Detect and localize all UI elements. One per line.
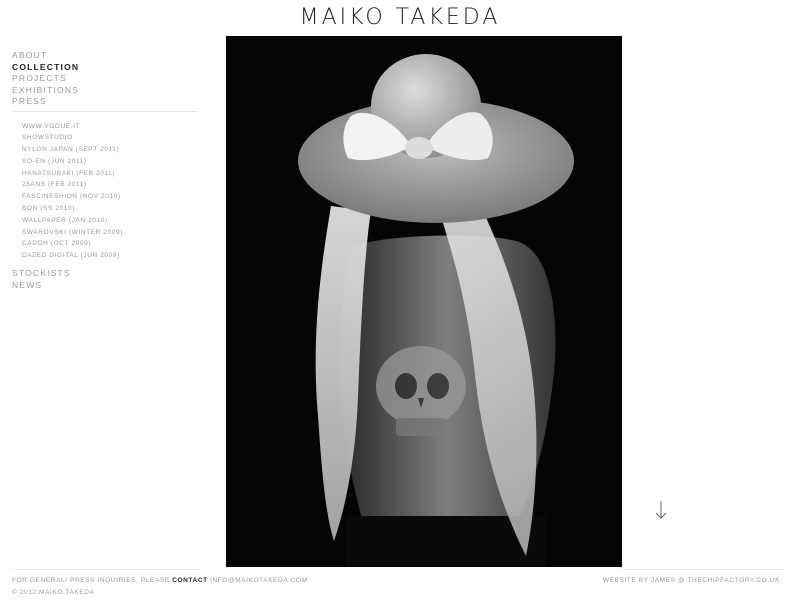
collection-photo <box>226 36 622 567</box>
credit-text: WEBSITE BY <box>602 577 649 584</box>
press-item-wallpaper[interactable]: WALLPAPER (JAN 2010) <box>22 215 198 227</box>
email-link[interactable]: INFO@MAIKOTAKEDA.COM <box>210 577 308 584</box>
nav-item-stockists[interactable]: STOCKISTS <box>12 268 198 280</box>
nav-item-collection[interactable]: COLLECTION <box>12 62 198 74</box>
press-item-vogue[interactable]: WWW.VOGUE.IT <box>22 121 198 133</box>
inquiry-line: FOR GENERAL/ PRESS INQUIRIES, PLEASE CON… <box>12 575 308 587</box>
arrow-down-icon[interactable] <box>654 500 668 520</box>
nav-item-news[interactable]: NEWS <box>12 280 198 292</box>
nav-item-about[interactable]: ABOUT <box>12 50 198 62</box>
contact-link[interactable]: CONTACT <box>172 577 208 584</box>
press-item-cadoh[interactable]: CADOH (OCT 2009) <box>22 238 198 250</box>
press-item-showstudio[interactable]: SHOWSTUDIO <box>22 132 198 144</box>
credit-name-link[interactable]: JAMES <box>651 577 676 584</box>
nav-item-press[interactable]: PRESS <box>12 96 198 108</box>
press-subnav: WWW.VOGUE.IT SHOWSTUDIO NYLON JAPAN (SEP… <box>12 116 198 269</box>
credit-site-link[interactable]: THECHIPFACTORY.CO.UK <box>687 577 780 584</box>
press-item-fascineshion[interactable]: FASCINESHION (NOV 2010) <box>22 191 198 203</box>
footer-divider-right <box>620 569 784 570</box>
site-title[interactable]: MAIKO TAKEDA <box>0 4 800 32</box>
press-item-swarovski[interactable]: SWAROVSKI (WINTER 2009) <box>22 227 198 239</box>
copyright: © 2012 MAIKO TAKEDA <box>12 589 95 596</box>
press-item-nylon-japan[interactable]: NYLON JAPAN (SEPT 2011) <box>22 144 198 156</box>
nav-item-projects[interactable]: PROJECTS <box>12 73 198 85</box>
nav-divider <box>12 110 198 112</box>
press-item-hanatsubaki[interactable]: HANATSUBAKI (FEB 2011) <box>22 168 198 180</box>
press-item-bon[interactable]: BON (SS 2010) <box>22 203 198 215</box>
credit-at: @ <box>677 577 686 584</box>
nav-item-exhibitions[interactable]: EXHIBITIONS <box>12 85 198 97</box>
inquiry-text: FOR GENERAL/ PRESS INQUIRIES, PLEASE <box>12 577 170 584</box>
press-item-dazed-digital[interactable]: DAZED DIGITAL (JUN 2009) <box>22 250 198 262</box>
press-item-so-en[interactable]: SO-EN (JUN 2011) <box>22 156 198 168</box>
footer-left: FOR GENERAL/ PRESS INQUIRIES, PLEASE CON… <box>12 575 308 599</box>
press-item-25ans[interactable]: 25ANS (FEB 2011) <box>22 179 198 191</box>
main-nav: ABOUT COLLECTION PROJECTS EXHIBITIONS PR… <box>12 50 198 291</box>
footer-credit: WEBSITE BY JAMES @ THECHIPFACTORY.CO.UK <box>603 575 780 587</box>
footer-divider-left <box>12 569 199 570</box>
